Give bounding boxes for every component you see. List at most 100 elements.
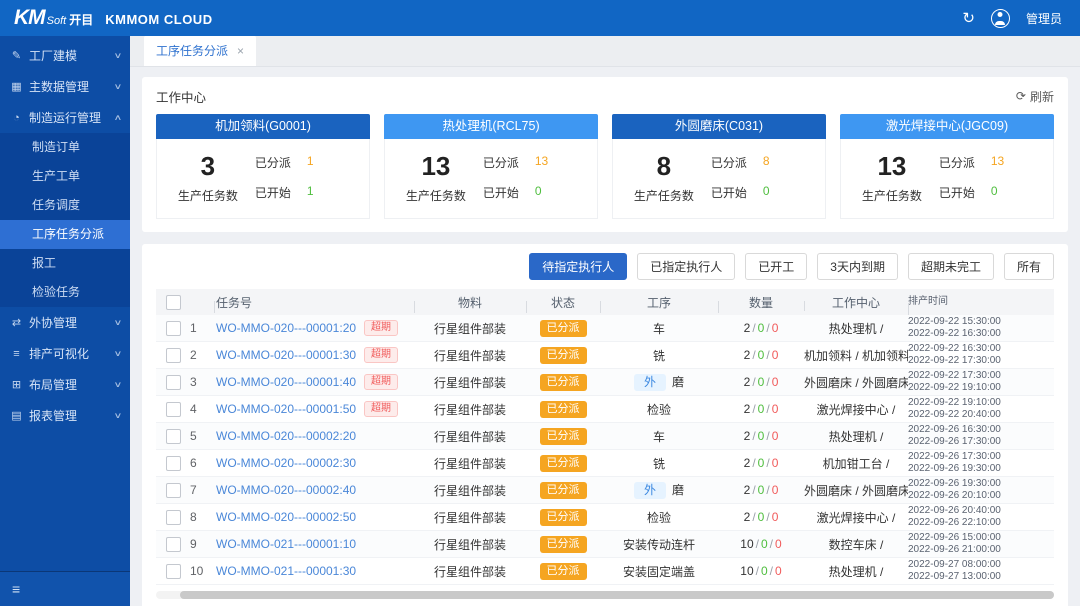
- table-row: 1WO-MMO-020---00001:20超期行星组件部装已分派车2/0/0热…: [156, 315, 1054, 342]
- sidebar-item-manufacturing-order[interactable]: 制造订单: [0, 133, 130, 162]
- qty-total: 2: [744, 321, 751, 335]
- sidebar-item-production-workorder[interactable]: 生产工单: [0, 162, 130, 191]
- row-checkbox[interactable]: [166, 348, 181, 363]
- chevron-down-icon: ∨: [114, 51, 123, 60]
- user-avatar-icon[interactable]: [991, 9, 1010, 28]
- workcenter-card-title[interactable]: 机加领料(G0001): [156, 114, 370, 139]
- qty-separator: /: [766, 375, 769, 389]
- row-index: 9: [190, 537, 214, 551]
- qty-separator: /: [766, 483, 769, 497]
- row-checkbox[interactable]: [166, 456, 181, 471]
- process-cell: 安装传动连杆: [600, 536, 718, 553]
- status-badge: 已分派: [540, 509, 587, 526]
- sidebar-item-work-report[interactable]: 报工: [0, 249, 130, 278]
- task-no-link[interactable]: WO-MMO-020---00001:50: [216, 402, 356, 416]
- sidebar-group-master-data[interactable]: ▦主数据管理∨: [0, 71, 130, 102]
- share-icon: ⇄: [10, 316, 23, 329]
- assigned-label: 已分派: [711, 154, 747, 171]
- refresh-label: 刷新: [1030, 88, 1054, 105]
- card-stats: 已分派13已开始0: [939, 151, 1049, 204]
- process-name: 车: [653, 430, 665, 444]
- sidebar-group-report-management[interactable]: ▤报表管理∨: [0, 400, 130, 431]
- sidebar-group-outsourcing[interactable]: ⇄外协管理∨: [0, 307, 130, 338]
- workcenter-cell: 外圆磨床 / 外圆磨床: [804, 482, 908, 499]
- table-row: 3WO-MMO-020---00001:40超期行星组件部装已分派外磨2/0/0…: [156, 369, 1054, 396]
- filter-button-pending-assignee[interactable]: 待指定执行人: [529, 253, 627, 280]
- sidebar-group-scheduling-visualization[interactable]: ≡排产可视化∨: [0, 338, 130, 369]
- row-select-cell: [156, 483, 190, 498]
- header-schedule-time: 排产时间: [908, 296, 1054, 309]
- filter-button-all[interactable]: 所有: [1004, 253, 1054, 280]
- collapse-sidebar-icon[interactable]: ≡: [12, 581, 20, 597]
- status-cell: 已分派: [526, 455, 600, 472]
- filter-button-started[interactable]: 已开工: [745, 253, 807, 280]
- filter-button-due-in-3-days[interactable]: 3天内到期: [817, 253, 898, 280]
- schedule-start-time: 2022-09-22 16:30:00: [908, 343, 1054, 356]
- task-no-link[interactable]: WO-MMO-020---00002:40: [216, 483, 356, 497]
- workcenter-card-title[interactable]: 外圆磨床(C031): [612, 114, 826, 139]
- task-no-link[interactable]: WO-MMO-020---00002:50: [216, 510, 356, 524]
- sidebar-item-inspection-task[interactable]: 检验任务: [0, 278, 130, 307]
- process-name: 车: [653, 322, 665, 336]
- tab-label: 工序任务分派: [156, 42, 228, 59]
- task-no-link[interactable]: WO-MMO-020---00001:40: [216, 375, 356, 389]
- assigned-stat: 已分派 8: [711, 154, 821, 171]
- filter-button-assigned-assignee[interactable]: 已指定执行人: [637, 253, 735, 280]
- qty-scrapped: 0: [775, 564, 782, 578]
- process-cell: 安装固定端盖: [600, 563, 718, 580]
- schedule-start-time: 2022-09-22 19:10:00: [908, 397, 1054, 410]
- row-checkbox[interactable]: [166, 375, 181, 390]
- row-checkbox[interactable]: [166, 564, 181, 579]
- close-icon[interactable]: ×: [237, 44, 244, 58]
- filter-button-overdue-unfinished[interactable]: 超期未完工: [908, 253, 994, 280]
- task-no-link[interactable]: WO-MMO-020---00001:30: [216, 348, 356, 362]
- outsource-chip: 外: [634, 482, 666, 499]
- task-no-link[interactable]: WO-MMO-020---00001:20: [216, 321, 356, 335]
- tab-process-task-dispatch[interactable]: 工序任务分派 ×: [144, 36, 256, 66]
- schedule-end-time: 2022-09-26 19:30:00: [908, 463, 1054, 476]
- brand-product: KMMOM CLOUD: [105, 12, 212, 27]
- quantity-cell: 2/0/0: [718, 429, 804, 443]
- row-checkbox[interactable]: [166, 429, 181, 444]
- row-checkbox[interactable]: [166, 537, 181, 552]
- row-checkbox[interactable]: [166, 483, 181, 498]
- qty-total: 2: [744, 456, 751, 470]
- card-G0001: 机加领料(G0001)3生产任务数已分派1已开始1: [156, 114, 370, 219]
- workcenter-card-title[interactable]: 热处理机(RCL75): [384, 114, 598, 139]
- refresh-button[interactable]: ⟳ 刷新: [1016, 88, 1054, 105]
- process-cell: 检验: [600, 509, 718, 526]
- qty-completed: 0: [758, 429, 765, 443]
- sidebar-group-factory-modeling[interactable]: ✎工厂建模∨: [0, 40, 130, 71]
- task-count-value: 3: [161, 151, 255, 181]
- row-index: 8: [190, 510, 214, 524]
- started-label: 已开始: [711, 184, 747, 201]
- sidebar-item-task-scheduling[interactable]: 任务调度: [0, 191, 130, 220]
- row-checkbox[interactable]: [166, 510, 181, 525]
- select-all-checkbox[interactable]: [166, 295, 181, 310]
- workcenter-card-title[interactable]: 激光焊接中心(JGC09): [840, 114, 1054, 139]
- sidebar-group-layout-management[interactable]: ⊞布局管理∨: [0, 369, 130, 400]
- username[interactable]: 管理员: [1026, 10, 1062, 27]
- task-no-link[interactable]: WO-MMO-020---00002:20: [216, 429, 356, 443]
- material-cell: 行星组件部装: [414, 536, 526, 553]
- started-label: 已开始: [483, 184, 519, 201]
- horizontal-scrollbar-thumb[interactable]: [180, 591, 1054, 599]
- task-no-link[interactable]: WO-MMO-020---00002:30: [216, 456, 356, 470]
- header-material: 物料: [414, 294, 526, 311]
- sync-icon[interactable]: ↻: [962, 9, 975, 27]
- assigned-value: 8: [763, 154, 770, 171]
- content-body: 工作中心 ⟳ 刷新 机加领料(G0001)3生产任务数已分派1已开始1热处理机(…: [130, 67, 1080, 606]
- report-icon: ▤: [10, 409, 23, 422]
- task-count-block: 13生产任务数: [389, 151, 483, 204]
- started-value: 0: [763, 184, 770, 201]
- chevron-down-icon: ∨: [114, 349, 123, 358]
- app-root: KM Soft 开目 KMMOM CLOUD ↻ 管理员 ✎工厂建模∨▦主数据管…: [0, 0, 1080, 606]
- task-no-link[interactable]: WO-MMO-021---00001:30: [216, 564, 356, 578]
- sidebar-item-process-task-dispatch[interactable]: 工序任务分派: [0, 220, 130, 249]
- sidebar-group-manufacturing-execution[interactable]: ◔制造运行管理∧: [0, 102, 130, 133]
- qty-separator: /: [766, 456, 769, 470]
- row-checkbox[interactable]: [166, 402, 181, 417]
- row-checkbox[interactable]: [166, 321, 181, 336]
- workcenter-card-body: 8生产任务数已分派8已开始0: [612, 139, 826, 219]
- task-no-link[interactable]: WO-MMO-021---00001:10: [216, 537, 356, 551]
